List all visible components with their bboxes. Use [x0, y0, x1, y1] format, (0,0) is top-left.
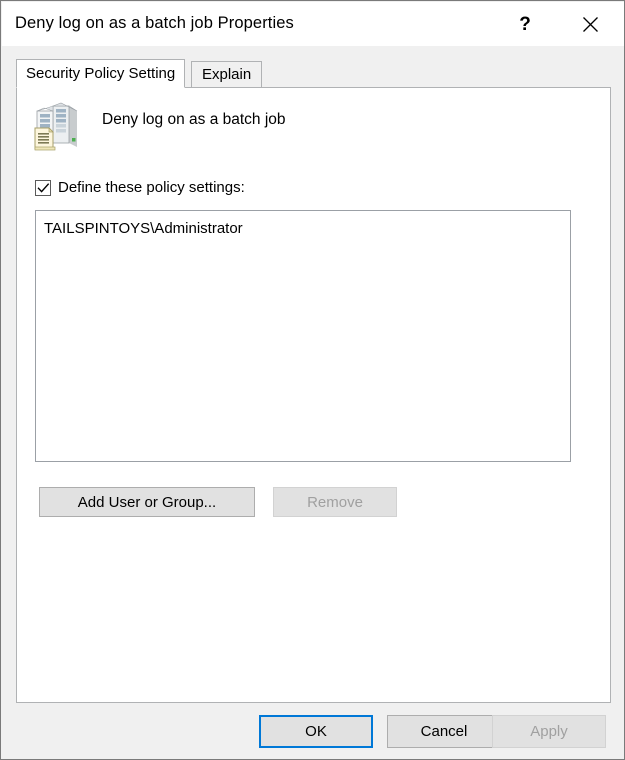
question-mark-icon: ?: [519, 13, 531, 35]
add-user-or-group-button[interactable]: Add User or Group...: [39, 487, 255, 517]
close-button[interactable]: [567, 3, 613, 46]
cancel-button[interactable]: Cancel: [387, 715, 501, 748]
define-policy-settings-label: Define these policy settings:: [58, 179, 245, 196]
window-title: Deny log on as a batch job Properties: [15, 14, 294, 32]
tab-content-panel: Deny log on as a batch job Define these …: [16, 87, 611, 703]
button-label: Add User or Group...: [77, 493, 217, 511]
apply-button: Apply: [492, 715, 606, 748]
define-policy-settings-row[interactable]: Define these policy settings:: [35, 179, 245, 196]
title-bar: Deny log on as a batch job Properties ?: [2, 2, 624, 46]
button-label: Apply: [530, 723, 568, 740]
properties-dialog: Deny log on as a batch job Properties ? …: [0, 0, 625, 760]
tab-label: Explain: [202, 66, 252, 83]
tab-security-policy-setting[interactable]: Security Policy Setting: [16, 59, 186, 88]
define-policy-settings-checkbox[interactable]: [35, 179, 51, 196]
close-icon: [582, 16, 599, 33]
tab-explain[interactable]: Explain: [191, 61, 263, 88]
button-label: OK: [305, 723, 327, 740]
tab-label: Security Policy Setting: [26, 65, 176, 82]
help-button[interactable]: ?: [502, 3, 548, 46]
ok-button[interactable]: OK: [259, 715, 373, 748]
list-item[interactable]: TAILSPINTOYS\Administrator: [36, 219, 570, 238]
button-label: Remove: [307, 493, 363, 511]
button-label: Cancel: [420, 723, 468, 740]
policy-name: Deny log on as a batch job: [102, 111, 286, 128]
principals-list-box[interactable]: TAILSPINTOYS\Administrator: [35, 210, 571, 462]
remove-button: Remove: [273, 487, 397, 517]
server-policy-icon: [31, 102, 81, 154]
